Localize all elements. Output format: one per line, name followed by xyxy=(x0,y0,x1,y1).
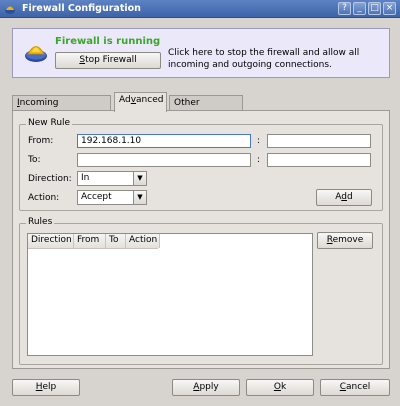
ok-mnemonic: O xyxy=(273,382,281,392)
column-to[interactable]: To xyxy=(106,234,126,248)
tab-incoming-connections[interactable]: Incoming Connections xyxy=(12,95,111,123)
new-rule-group: New Rule From: 192.168.1.10 : To: : Dire… xyxy=(19,118,383,211)
to-port-separator: : xyxy=(257,155,261,165)
tab-other-features[interactable]: Other Features xyxy=(169,95,243,123)
advanced-panel: New Rule From: 192.168.1.10 : To: : Dire… xyxy=(12,110,390,369)
tab-label-post: anced xyxy=(136,95,164,105)
column-direction[interactable]: Direction xyxy=(28,234,74,248)
firewall-app-icon xyxy=(5,6,15,14)
rules-table-header: Direction From To Action xyxy=(28,234,160,249)
window-titlebar[interactable]: Firewall Configuration ? _ □ × xyxy=(0,0,400,18)
window-title: Firewall Configuration xyxy=(22,3,141,14)
tab-advanced[interactable]: Advanced xyxy=(114,92,167,112)
remove-rule-label-post: emove xyxy=(332,235,364,245)
help-button[interactable]: Help xyxy=(12,379,80,396)
add-rule-button[interactable]: Add xyxy=(316,189,372,206)
tab-bar: Incoming Connections Advanced Other Feat… xyxy=(12,92,390,123)
rules-table[interactable]: Direction From To Action xyxy=(27,233,313,356)
action-select-value: Accept xyxy=(81,192,112,202)
to-address-input[interactable] xyxy=(77,153,251,167)
help-window-button[interactable]: ? xyxy=(338,2,351,15)
to-label: To: xyxy=(28,155,41,165)
minimize-window-button[interactable]: _ xyxy=(353,2,366,15)
from-address-input[interactable]: 192.168.1.10 xyxy=(77,134,251,148)
from-port-input[interactable] xyxy=(267,134,371,148)
new-rule-group-title: New Rule xyxy=(26,118,73,128)
ok-button[interactable]: Ok xyxy=(246,379,314,396)
direction-select-value: In xyxy=(81,173,90,183)
to-port-input[interactable] xyxy=(267,153,371,167)
from-port-separator: : xyxy=(257,136,261,146)
direction-label: Direction: xyxy=(28,174,72,184)
chevron-down-icon: ▼ xyxy=(133,172,146,185)
add-rule-label-post: d xyxy=(347,192,353,202)
apply-button[interactable]: Apply xyxy=(172,379,240,396)
close-window-button[interactable]: × xyxy=(383,2,396,15)
chevron-down-icon: ▼ xyxy=(133,191,146,204)
direction-select[interactable]: In ▼ xyxy=(77,171,147,186)
firewall-running-icon xyxy=(25,46,47,62)
cancel-button[interactable]: Cancel xyxy=(320,379,390,396)
maximize-window-button[interactable]: □ xyxy=(368,2,381,15)
remove-rule-button[interactable]: Remove xyxy=(317,232,373,249)
from-label: From: xyxy=(28,136,54,146)
column-from[interactable]: From xyxy=(74,234,106,248)
action-select[interactable]: Accept ▼ xyxy=(77,190,147,205)
firewall-status-text: Firewall is running xyxy=(55,36,161,47)
tab-label-pre: Ad xyxy=(119,95,131,105)
firewall-status-banner: Firewall is running Stop Firewall Click … xyxy=(12,28,390,78)
stop-firewall-button[interactable]: Stop Firewall xyxy=(55,52,161,69)
stop-firewall-label-rest: top Firewall xyxy=(85,55,137,65)
apply-label-post: pply xyxy=(199,382,219,392)
action-label: Action: xyxy=(28,193,60,203)
ok-label-post: k xyxy=(280,382,287,392)
help-mnemonic: H xyxy=(35,382,43,392)
rules-group-title: Rules xyxy=(26,217,55,227)
cancel-label-post: ancel xyxy=(346,382,371,392)
help-label-post: elp xyxy=(42,382,57,392)
stop-firewall-description: Click here to stop the firewall and allo… xyxy=(168,48,360,70)
column-action[interactable]: Action xyxy=(126,234,160,248)
